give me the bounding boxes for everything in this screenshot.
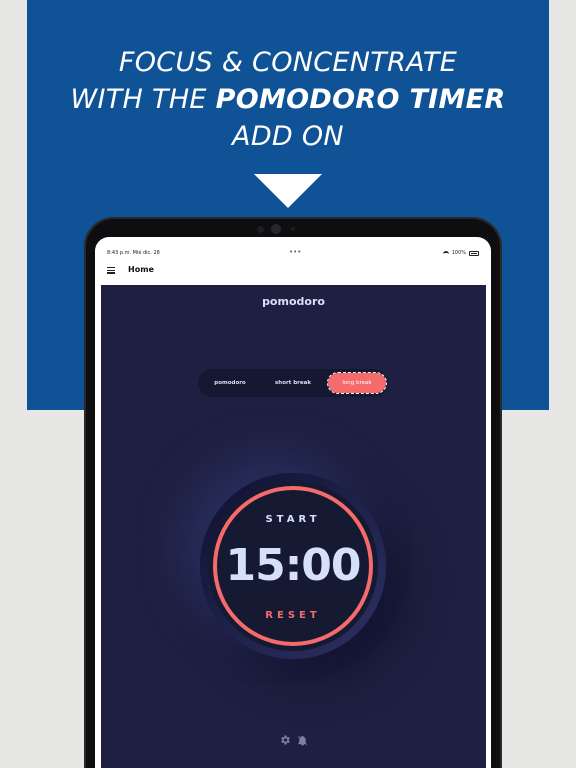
- down-arrow-icon: [254, 174, 322, 208]
- camera-lens-icon: [271, 224, 281, 234]
- promo-line-3: ADD ON: [232, 121, 344, 152]
- mode-long-break[interactable]: long break: [327, 372, 387, 394]
- tablet-screen: 8:43 p.m. Mié dic. 28 ••• 100% Home pomo…: [95, 237, 491, 768]
- app-brand: pomodoro: [262, 295, 325, 308]
- battery-level: 100%: [451, 250, 466, 256]
- promo-line-1: FOCUS & CONCENTRATE: [118, 47, 458, 78]
- camera-icon: [257, 226, 264, 233]
- hamburger-menu-icon[interactable]: [107, 267, 115, 274]
- pomodoro-app: pomodoro pomodoro short break long break…: [101, 285, 486, 768]
- gear-icon[interactable]: [279, 731, 291, 750]
- reset-button[interactable]: RESET: [208, 610, 378, 621]
- promo-headline: FOCUS & CONCENTRATE WITH THE POMODORO TI…: [0, 44, 576, 155]
- status-bar: 8:43 p.m. Mié dic. 28 ••• 100%: [95, 247, 491, 259]
- wifi-icon: [442, 251, 449, 255]
- status-time: 8:43 p.m. Mié dic. 28: [107, 250, 160, 256]
- promo-line-2-prefix: WITH THE: [70, 84, 216, 115]
- page-title: Home: [128, 265, 154, 274]
- status-battery: 100%: [442, 250, 479, 256]
- mode-short-break[interactable]: short break: [262, 373, 324, 393]
- app-bar: Home: [95, 259, 491, 283]
- timer-display: 15:00: [225, 540, 361, 591]
- multitask-dots[interactable]: •••: [289, 248, 301, 256]
- promo-line-2-bold: POMODORO TIMER: [215, 84, 506, 115]
- battery-icon: [469, 250, 479, 256]
- bell-off-icon[interactable]: [297, 731, 308, 750]
- mode-selector: pomodoro short break long break: [198, 369, 388, 397]
- promo-line-2: WITH THE POMODORO TIMER: [0, 81, 576, 118]
- start-button[interactable]: START: [208, 514, 378, 525]
- bottom-controls: [277, 731, 317, 746]
- sensor-icon: [291, 227, 295, 231]
- mode-pomodoro[interactable]: pomodoro: [204, 373, 256, 393]
